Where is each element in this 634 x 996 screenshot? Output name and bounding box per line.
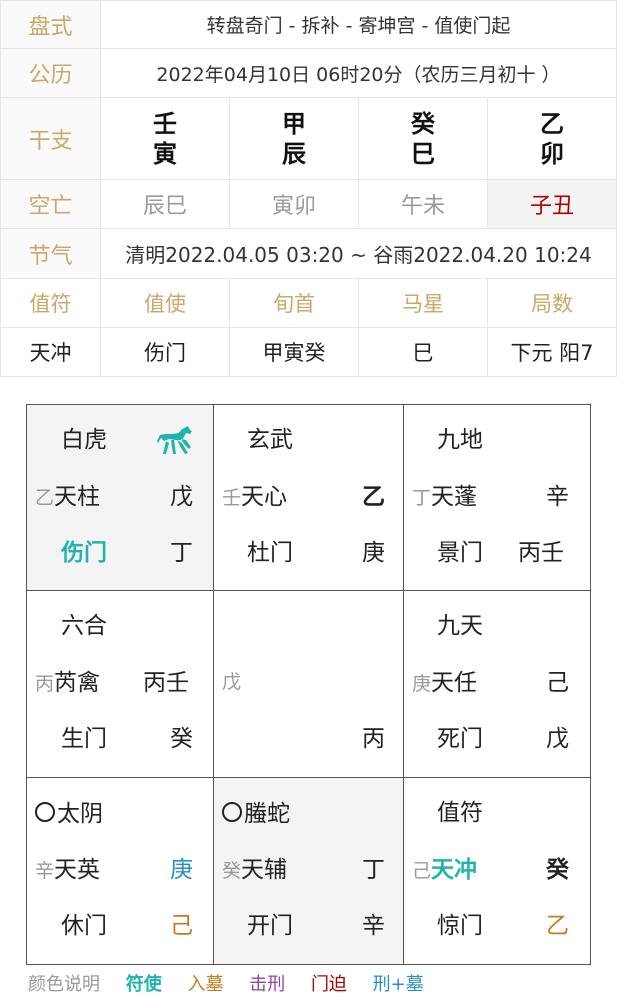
palace-door: 开门 [247, 913, 293, 939]
palace-god: 玄武 [247, 427, 293, 453]
header-xunshou: 旬首 [229, 278, 359, 328]
value-zhishi: 伤门 [100, 327, 230, 377]
legend-jixing: 击刑 [249, 974, 286, 995]
ganzhi-month: 甲辰 [229, 97, 359, 180]
palace-gen[interactable]: 太阴 辛天英 庚 休门 己 [26, 777, 214, 965]
palace-xun[interactable]: 白虎 乙天柱 戊 伤门 丁 [26, 404, 214, 591]
legend-rumu: 入墓 [187, 974, 224, 995]
palace-star: 壬天心 [222, 484, 288, 510]
value-maxing: 巳 [358, 327, 488, 377]
palace-star: 癸天辅 [222, 857, 288, 883]
pan-value: 转盘奇门 - 拆补 - 寄坤宫 - 值使门起 [100, 0, 617, 49]
palace-star-right: 丙壬 [143, 670, 189, 696]
legend-menpo: 门迫 [310, 974, 347, 995]
circle-icon [222, 802, 242, 822]
palace-star-right: 庚 [170, 857, 193, 883]
ganzhi-label: 干支 [0, 97, 101, 180]
kongwang-label: 空亡 [0, 179, 101, 229]
palace-star: 辛天英 [35, 857, 101, 883]
palace-kan[interactable]: 螣蛇 癸天辅 丁 开门 辛 [213, 777, 404, 965]
palace-star-right: 辛 [546, 484, 569, 510]
kongwang-year: 辰巳 [100, 179, 230, 229]
header-zhishi: 值使 [100, 278, 230, 328]
color-legend: 颜色说明 符使 入墓 击刑 门迫 刑+墓 [28, 970, 444, 996]
palace-god: 太阴 [35, 802, 103, 826]
palace-god: 六合 [61, 613, 107, 639]
ganzhi-day: 癸巳 [358, 97, 488, 180]
kongwang-day: 午未 [358, 179, 488, 229]
legend-fushi: 符使 [125, 974, 162, 995]
palace-door: 伤门 [61, 540, 107, 566]
header-maxing: 马星 [358, 278, 488, 328]
info-table: 盘式 转盘奇门 - 拆补 - 寄坤宫 - 值使门起 公历 2022年04月10日… [0, 0, 617, 377]
qimen-grid: 白虎 乙天柱 戊 伤门 丁 玄武 壬天心 乙 杜门 庚 九地 丁天蓬 辛 景门 … [26, 404, 591, 965]
pan-label: 盘式 [0, 0, 101, 49]
header-jushu: 局数 [487, 278, 617, 328]
palace-god: 九地 [437, 427, 483, 453]
palace-door-right: 丁 [170, 540, 193, 566]
legend-title: 颜色说明 [28, 974, 100, 995]
palace-door-right: 丙壬 [518, 540, 564, 566]
palace-star-right: 乙 [362, 484, 385, 510]
palace-god: 螣蛇 [222, 802, 290, 826]
jieqi-label: 节气 [0, 228, 101, 279]
palace-god: 九天 [437, 613, 483, 639]
palace-door-right: 戊 [546, 726, 569, 752]
palace-door: 生门 [61, 726, 107, 752]
palace-door: 杜门 [247, 540, 293, 566]
palace-star-right: 丁 [362, 857, 385, 883]
palace-door-right: 己 [170, 913, 193, 939]
palace-star: 庚天任 [412, 670, 478, 696]
ganzhi-year: 壬寅 [100, 97, 230, 180]
palace-kun[interactable]: 九地 丁天蓬 辛 景门 丙壬 [403, 404, 591, 591]
ganzhi-hour: 乙卯 [487, 97, 617, 180]
jieqi-value: 清明2022.04.05 03:20 ~ 谷雨2022.04.20 10:24 [100, 228, 617, 279]
palace-door: 死门 [437, 726, 483, 752]
center-right: 丙 [362, 726, 385, 752]
gongli-label: 公历 [0, 48, 101, 98]
gongli-value: 2022年04月10日 06时20分（农历三月初十 ） [100, 48, 617, 98]
palace-god: 白虎 [61, 427, 107, 453]
palace-li[interactable]: 玄武 壬天心 乙 杜门 庚 [213, 404, 404, 591]
kongwang-month: 寅卯 [229, 179, 359, 229]
palace-star: 乙天柱 [35, 484, 101, 510]
value-xunshou: 甲寅癸 [229, 327, 359, 377]
palace-door: 景门 [437, 540, 483, 566]
palace-qian[interactable]: 值符 己天冲 癸 惊门 乙 [403, 777, 591, 965]
legend-xingmu: 刑+墓 [372, 974, 424, 995]
header-zhifu: 值符 [0, 278, 101, 328]
palace-star-right: 戊 [170, 484, 193, 510]
horse-icon [157, 425, 193, 461]
palace-god: 值符 [437, 800, 483, 826]
palace-dui[interactable]: 九天 庚天任 己 死门 戊 [403, 590, 591, 778]
kongwang-hour: 子丑 [487, 179, 617, 229]
palace-door-right: 乙 [546, 913, 569, 939]
palace-door-right: 庚 [362, 540, 385, 566]
palace-door: 休门 [61, 913, 107, 939]
center-small: 戊 [222, 671, 242, 693]
palace-door: 惊门 [437, 913, 483, 939]
palace-star: 丙芮禽 [35, 670, 101, 696]
palace-zhen[interactable]: 六合 丙芮禽 丙壬 生门 癸 [26, 590, 214, 778]
palace-door-right: 癸 [170, 726, 193, 752]
palace-star-right: 己 [546, 670, 569, 696]
palace-center[interactable]: 戊 丙 [213, 590, 404, 778]
palace-star: 己天冲 [412, 857, 478, 883]
value-zhifu: 天冲 [0, 327, 101, 377]
circle-icon [35, 802, 55, 822]
palace-star-right: 癸 [546, 857, 569, 883]
palace-door-right: 辛 [362, 913, 385, 939]
palace-star: 丁天蓬 [412, 484, 478, 510]
value-jushu: 下元 阳7 [487, 327, 617, 377]
